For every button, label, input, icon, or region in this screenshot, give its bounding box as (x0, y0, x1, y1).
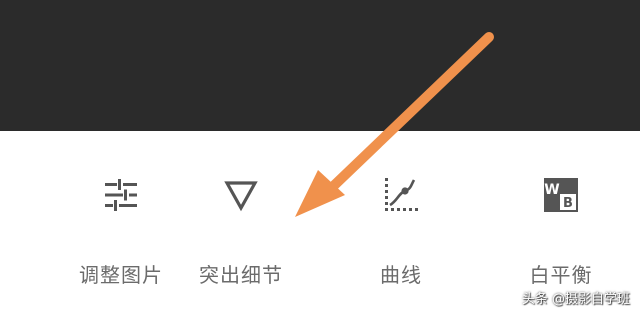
tool-label: 曲线 (380, 263, 422, 287)
tool-bar: 调整图片 突出细节 曲线 W B 白平衡 (0, 131, 640, 313)
tool-label: 突出细节 (199, 263, 283, 287)
svg-text:W: W (544, 182, 559, 198)
white-balance-icon: W B (544, 178, 578, 212)
watermark: 头条 @摄影自学班 (521, 292, 630, 307)
tool-curves[interactable]: 曲线 (320, 131, 482, 313)
triangle-down-icon (224, 181, 258, 212)
tool-details[interactable]: 突出细节 (160, 131, 322, 313)
tool-label: 白平衡 (529, 263, 593, 287)
tool-white-balance[interactable]: W B 白平衡 (480, 131, 640, 313)
sliders-icon (105, 179, 137, 211)
image-preview-area (0, 0, 640, 131)
svg-text:B: B (563, 196, 573, 211)
curves-icon (385, 178, 418, 211)
